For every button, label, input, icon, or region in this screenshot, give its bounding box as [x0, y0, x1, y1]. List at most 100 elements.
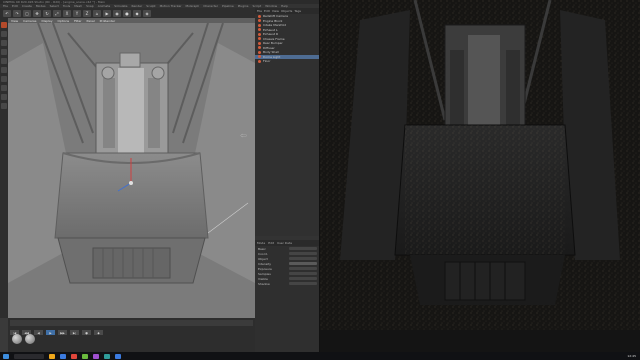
- attribute-list: Basic Coord. Object Intensity Exposure Sample…: [255, 246, 320, 286]
- 3d-viewport[interactable]: View Cameras Display Options Filter Panel ProR…: [8, 18, 255, 318]
- object-type-icon: [258, 32, 261, 36]
- browser-icon[interactable]: [60, 353, 66, 359]
- timeline-ruler[interactable]: [10, 320, 253, 326]
- viewport-menu-item[interactable]: Cameras: [23, 19, 36, 23]
- attribute-label: Coord.: [258, 251, 268, 256]
- object-manager: File Edit View Objects Tags Redshift Camera E…: [255, 8, 320, 236]
- object-type-icon: [258, 19, 261, 23]
- toolbar-button[interactable]: X: [63, 9, 71, 17]
- right-panels: File Edit View Objects Tags Redshift Camera E…: [255, 8, 320, 352]
- taskbar-search[interactable]: [14, 353, 44, 359]
- toolbar-button[interactable]: ◉: [113, 9, 121, 17]
- toolbar-button[interactable]: ◈: [143, 9, 151, 17]
- viewport-scene: ⇦: [8, 23, 255, 318]
- toolbar-button[interactable]: ✥: [33, 9, 41, 17]
- attribute-field[interactable]: [289, 276, 317, 281]
- object-manager-menu-item[interactable]: Tags: [294, 9, 301, 13]
- attribute-tab[interactable]: User Data: [277, 241, 292, 245]
- material-manager: [8, 330, 255, 352]
- object-row[interactable]: Floor: [255, 59, 320, 64]
- attribute-label: Exposure: [258, 266, 272, 271]
- render-deck-grain: [405, 125, 565, 255]
- start-button-icon[interactable]: [3, 353, 9, 359]
- snap-icon[interactable]: [1, 85, 7, 91]
- nav-arrow-icon[interactable]: ⇦: [240, 131, 247, 140]
- object-manager-menu-item[interactable]: View: [272, 9, 279, 13]
- screen: CINEMA 4D R20.026 Studio (RC - R20) - [e…: [0, 0, 640, 360]
- make-editable-icon[interactable]: [1, 22, 7, 28]
- viewport-menu-item[interactable]: View: [11, 19, 18, 23]
- viewport-menu-item[interactable]: ProRender: [100, 19, 115, 23]
- viewport-menu-item[interactable]: Options: [58, 19, 70, 23]
- toolbar-button[interactable]: ⌂: [93, 9, 101, 17]
- render-view: [320, 0, 640, 330]
- toolbar-button[interactable]: ↷: [13, 9, 21, 17]
- render-image: [320, 0, 640, 330]
- toolbar-button[interactable]: ↻: [43, 9, 51, 17]
- toolbar-button[interactable]: ▢: [23, 9, 31, 17]
- material-swatch[interactable]: [25, 334, 35, 344]
- object-name: Intake Manifold: [263, 23, 287, 28]
- model-mode-icon[interactable]: [1, 58, 7, 64]
- toolbar-button[interactable]: Z: [83, 9, 91, 17]
- toolbar-button[interactable]: ↶: [3, 9, 11, 17]
- attribute-row: Shadow: [255, 281, 320, 286]
- object-type-icon: [258, 37, 261, 41]
- diffuser: [92, 247, 171, 279]
- cinema4d-taskbar-icon[interactable]: [115, 353, 121, 359]
- object-type-icon: [258, 14, 261, 18]
- object-type-icon: [258, 46, 261, 50]
- app-icon-red[interactable]: [71, 353, 77, 359]
- toolbar-button[interactable]: Y: [73, 9, 81, 17]
- app-icon-green[interactable]: [82, 353, 88, 359]
- viewport-menu-item[interactable]: Display: [41, 19, 52, 23]
- app-icon-teal[interactable]: [104, 353, 110, 359]
- attribute-label: Intensity: [258, 261, 272, 266]
- attribute-label: Shadow: [258, 281, 270, 286]
- object-type-icon: [258, 23, 261, 27]
- object-manager-menu-item[interactable]: Edit: [264, 9, 270, 13]
- object-type-icon: [258, 55, 261, 59]
- object-type-icon: [258, 41, 261, 45]
- edges-mode-icon[interactable]: [1, 40, 7, 46]
- toolbar-button[interactable]: ◆: [133, 9, 141, 17]
- attribute-tab[interactable]: Edit: [268, 241, 274, 245]
- attribute-label: Samples: [258, 271, 271, 276]
- viewport-menu-item[interactable]: Panel: [87, 19, 95, 23]
- attribute-label: Basic: [258, 246, 266, 251]
- material-swatch[interactable]: [12, 334, 22, 344]
- app-icon-purple[interactable]: [93, 353, 99, 359]
- texture-mode-icon[interactable]: [1, 67, 7, 73]
- render-diffuser: [444, 261, 526, 301]
- polygons-mode-icon[interactable]: [1, 49, 7, 55]
- object-name: Dome Light: [263, 54, 281, 59]
- attribute-field[interactable]: [289, 271, 317, 276]
- object-manager-menu-item[interactable]: Objects: [281, 9, 292, 13]
- render-statusbar: [320, 330, 640, 352]
- object-name: Rear Bumper: [263, 41, 283, 46]
- cinema4d-window: CINEMA 4D R20.026 Studio (RC - R20) - [e…: [0, 0, 320, 352]
- object-manager-menu-item[interactable]: File: [257, 9, 262, 13]
- top-toolbar: ↶ ↷ ▢ ✥ ↻ ⤢ X Y Z ⌂ ▶ ◉ ● ◆ ◈: [0, 8, 255, 18]
- attribute-field[interactable]: [289, 281, 317, 286]
- attribute-field[interactable]: [289, 256, 317, 261]
- axis-mode-icon[interactable]: [1, 76, 7, 82]
- attribute-field[interactable]: [289, 266, 317, 271]
- attribute-tab[interactable]: Mode: [257, 241, 265, 245]
- attribute-field[interactable]: [289, 261, 317, 266]
- object-type-icon: [258, 59, 261, 63]
- file-explorer-icon[interactable]: [49, 353, 55, 359]
- attribute-field[interactable]: [289, 246, 317, 251]
- object-name: Body Shell: [263, 50, 279, 55]
- attribute-field[interactable]: [289, 251, 317, 256]
- workplane-icon[interactable]: [1, 94, 7, 100]
- attribute-manager: Mode Edit User Data Basic Coord. Object Inten…: [255, 240, 320, 352]
- points-mode-icon[interactable]: [1, 31, 7, 37]
- viewport-menu-item[interactable]: Filter: [74, 19, 81, 23]
- object-name: Engine Block: [263, 18, 283, 23]
- toolbar-button[interactable]: ⤢: [53, 9, 61, 17]
- toolbar-button[interactable]: ●: [123, 9, 131, 17]
- engine-block: [95, 52, 169, 164]
- solo-icon[interactable]: [1, 103, 7, 109]
- toolbar-button[interactable]: ▶: [103, 9, 111, 17]
